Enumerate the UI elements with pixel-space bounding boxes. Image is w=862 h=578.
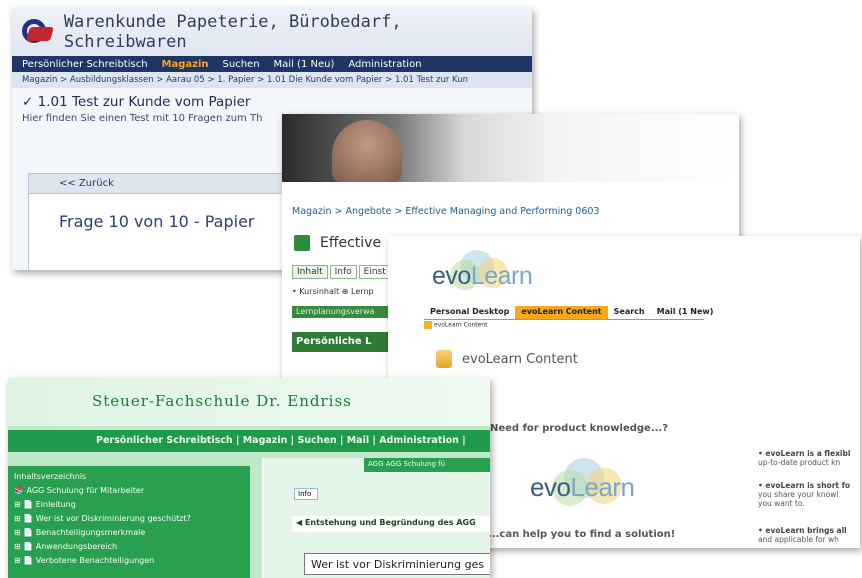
mini-breadcrumb[interactable]: evoLearn Content: [424, 321, 487, 329]
nav-personal-desktop[interactable]: Personal Desktop: [424, 306, 515, 319]
course-title-text: Effective: [320, 235, 382, 251]
lernplanung-bar[interactable]: Lernplanungsverwa: [292, 306, 402, 318]
content-title-text: evoLearn Content: [462, 351, 578, 367]
sidebar-item-label: Verbotene Benachteiligungen: [35, 556, 155, 565]
main-nav: Personal Desktop evoLearn Content Search…: [424, 306, 719, 319]
sidebar-item-label: Einleitung: [35, 500, 76, 509]
tab-einstellungen[interactable]: Einst: [358, 265, 391, 279]
divider: [424, 319, 704, 320]
logo-text: evoLearn: [432, 262, 533, 291]
sidebar-item[interactable]: ⊞ 📄 Einleitung: [14, 498, 244, 512]
tab-info[interactable]: Info: [329, 265, 357, 279]
bullet-line: up-to-date product kn: [758, 458, 841, 467]
nav-evolearn-content[interactable]: evoLearn Content: [515, 306, 608, 319]
brand-logo-icon: [20, 17, 54, 47]
sidebar-item[interactable]: ⊞ 📄 Anwendungsbereich: [14, 540, 244, 554]
sidebar: Inhaltsverzeichnis 📚 AGG Schulung für Mi…: [8, 466, 250, 578]
site-header: Steuer-Fachschule Dr. Endriss: [8, 378, 490, 426]
breadcrumb[interactable]: Magazin > Angebote > Effective Managing …: [282, 182, 739, 217]
content-panel: AGG AGG Schulung fü Info ◀ Entstehung un…: [262, 458, 490, 578]
logo-text-b: Learn: [470, 262, 533, 290]
logo-text-b: Learn: [570, 472, 635, 502]
main-nav: Persönlicher Schreibtisch Magazin Suchen…: [12, 56, 532, 72]
page-title-text: 1.01 Test zur Kunde vom Papier: [37, 94, 251, 110]
folder-icon: [424, 321, 432, 329]
tab-inhalt[interactable]: Inhalt: [292, 265, 328, 279]
sidebar-title: Inhaltsverzeichnis: [14, 472, 87, 481]
main-nav[interactable]: Persönlicher Schreibtisch | Magazin | Su…: [8, 430, 490, 452]
course-icon: [294, 235, 310, 251]
content-title: evoLearn Content: [436, 350, 578, 368]
bullet-line: • evoLearn is short fo: [758, 481, 851, 490]
sidebar-item-label: Wer ist vor Diskriminierung geschützt?: [35, 514, 191, 523]
bullet-item: • evoLearn is short fo you share your kno…: [758, 481, 860, 508]
nav-mail[interactable]: Mail (1 New): [651, 306, 720, 319]
sidebar-item-label: Anwendungsbereich: [35, 542, 118, 551]
sidebar-item-label: Benachteiligungsmerkmale: [35, 528, 146, 537]
sidebar-item[interactable]: ⊞ 📄 Benachteiligungsmerkmale: [14, 526, 244, 540]
nav-schreibtisch[interactable]: Persönlicher Schreibtisch: [22, 59, 148, 70]
logo-text-a: evo: [432, 262, 471, 290]
sidebar-item-label: AGG Schulung für Mitarbeiter: [26, 486, 145, 495]
bullet-line: you share your knowl: [758, 490, 839, 499]
need-heading: Need for product knowledge...?: [490, 423, 669, 434]
steuer-fachschule-window: Steuer-Fachschule Dr. Endriss Persönlich…: [8, 378, 490, 578]
nav-administration[interactable]: Administration: [348, 59, 421, 70]
evolearn-logo: evoLearn: [430, 250, 540, 302]
person-photo: [332, 120, 402, 182]
nav-search[interactable]: Search: [608, 306, 651, 319]
bullet-item: • evoLearn brings all and applicable for …: [758, 526, 860, 544]
bullet-line: you want to.: [758, 499, 805, 508]
question-box: Wer ist vor Diskriminierung ges: [304, 553, 490, 575]
bullet-line: and applicable for wh: [758, 535, 839, 544]
persoenliche-bar[interactable]: Persönliche L: [292, 332, 402, 352]
bullet-item: • evoLearn is a flexibl up-to-date produc…: [758, 449, 860, 467]
info-button[interactable]: Info: [294, 488, 318, 500]
sidebar-item[interactable]: ⊞ 📄 Wer ist vor Diskriminierung geschütz…: [14, 512, 244, 526]
box-icon: [436, 350, 452, 368]
logo-text: evoLearn: [530, 472, 635, 503]
bullet-line: • evoLearn is a flexibl: [758, 449, 851, 458]
content-tab[interactable]: AGG AGG Schulung fü: [364, 458, 490, 472]
app-header: Warenkunde Papeterie, Bürobedarf, Schrei…: [12, 8, 532, 56]
header-photo: [282, 114, 739, 182]
nav-suchen[interactable]: Suchen: [223, 59, 260, 70]
bullet-line: • evoLearn brings all: [758, 526, 847, 535]
help-text: ...can help you to find a solution!: [488, 529, 676, 540]
section-heading: ◀ Entstehung und Begründung des AGG: [292, 516, 490, 532]
nav-magazin[interactable]: Magazin: [162, 59, 209, 70]
nav-mail[interactable]: Mail (1 Neu): [274, 59, 335, 70]
sidebar-item[interactable]: 📚 AGG Schulung für Mitarbeiter: [14, 484, 244, 498]
breadcrumb[interactable]: Magazin > Ausbildungsklassen > Aarau 05 …: [12, 72, 532, 88]
mini-breadcrumb-text: evoLearn Content: [434, 321, 488, 329]
page-title: ✓ 1.01 Test zur Kunde vom Papier: [22, 94, 251, 110]
app-title: Warenkunde Papeterie, Bürobedarf, Schrei…: [63, 12, 402, 52]
sidebar-item[interactable]: ⊞ 📄 Verbotene Benachteiligungen: [14, 554, 244, 568]
logo-text-a: evo: [530, 472, 571, 502]
evolearn-large-logo: evoLearn: [530, 458, 650, 518]
section-heading-text: Entstehung und Begründung des AGG: [304, 518, 476, 527]
